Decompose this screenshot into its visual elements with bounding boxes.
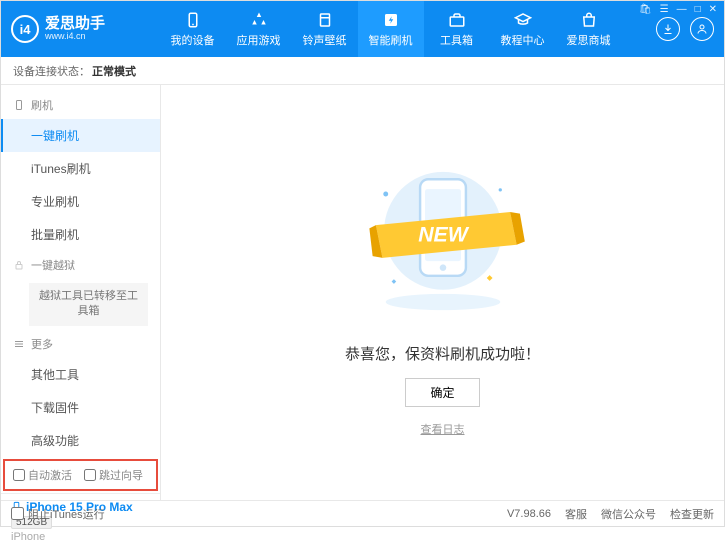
checkbox-label: 阻止iTunes运行 bbox=[28, 506, 105, 522]
close-button[interactable]: ✕ bbox=[709, 4, 717, 15]
nav-apps[interactable]: 应用游戏 bbox=[226, 1, 292, 57]
nav-ringtone[interactable]: 铃声壁纸 bbox=[292, 1, 358, 57]
nav-store[interactable]: 爱思商城 bbox=[556, 1, 622, 57]
minimize-button[interactable]: — bbox=[677, 4, 687, 15]
app-title: 爱思助手 bbox=[45, 16, 105, 33]
nav-tutorial[interactable]: 教程中心 bbox=[490, 1, 556, 57]
options-highlight-box: 自动激活 跳过向导 bbox=[3, 459, 158, 491]
maximize-button[interactable]: □ bbox=[695, 4, 701, 15]
nav-label: 应用游戏 bbox=[237, 32, 281, 48]
header: i4 爱思助手 www.i4.cn 我的设备 应用游戏 铃声壁纸 智能刷机 工具… bbox=[1, 1, 724, 57]
main-content: NEW 恭喜您，保资料刷机成功啦！ 确定 查看日志 bbox=[161, 85, 724, 500]
nav-my-device[interactable]: 我的设备 bbox=[160, 1, 226, 57]
sidebar-group-label: 刷机 bbox=[31, 97, 53, 113]
sidebar-item-advanced[interactable]: 高级功能 bbox=[1, 424, 160, 457]
download-button[interactable] bbox=[656, 17, 680, 41]
sidebar: 刷机 一键刷机 iTunes刷机 专业刷机 批量刷机 一键越狱 越狱工具已转移至… bbox=[1, 85, 161, 500]
block-itunes-checkbox[interactable]: 阻止iTunes运行 bbox=[11, 506, 105, 522]
sidebar-group-flash: 刷机 bbox=[1, 91, 160, 119]
nav-flash[interactable]: 智能刷机 bbox=[358, 1, 424, 57]
sidebar-group-more: 更多 bbox=[1, 330, 160, 358]
logo-icon: i4 bbox=[11, 15, 39, 43]
ringtone-icon bbox=[316, 11, 334, 29]
sidebar-item-batch-flash[interactable]: 批量刷机 bbox=[1, 218, 160, 251]
wechat-link[interactable]: 微信公众号 bbox=[601, 506, 656, 522]
device-type: iPhone bbox=[11, 531, 150, 543]
auto-activate-checkbox[interactable]: 自动激活 bbox=[13, 467, 72, 483]
status-label: 设备连接状态： bbox=[13, 63, 90, 79]
ok-button[interactable]: 确定 bbox=[405, 378, 479, 407]
sidebar-group-label: 更多 bbox=[31, 336, 53, 352]
jailbreak-note: 越狱工具已转移至工具箱 bbox=[29, 283, 148, 326]
sidebar-item-pro-flash[interactable]: 专业刷机 bbox=[1, 185, 160, 218]
menu-icon[interactable]: ☰ bbox=[660, 4, 669, 15]
checkbox-label: 跳过向导 bbox=[99, 467, 143, 483]
success-illustration: NEW bbox=[353, 149, 533, 329]
nav-label: 工具箱 bbox=[440, 32, 473, 48]
checkbox-label: 自动激活 bbox=[28, 467, 72, 483]
sidebar-group-label: 一键越狱 bbox=[31, 257, 75, 273]
new-badge-text: NEW bbox=[418, 222, 470, 246]
nav-label: 我的设备 bbox=[171, 32, 215, 48]
skip-guide-checkbox[interactable]: 跳过向导 bbox=[84, 467, 143, 483]
sidebar-item-download-firmware[interactable]: 下载固件 bbox=[1, 391, 160, 424]
nav-label: 智能刷机 bbox=[369, 32, 413, 48]
app-url: www.i4.cn bbox=[45, 32, 105, 42]
shopping-icon[interactable]: 🛍 bbox=[639, 4, 652, 15]
sidebar-item-itunes-flash[interactable]: iTunes刷机 bbox=[1, 152, 160, 185]
view-log-link[interactable]: 查看日志 bbox=[421, 421, 465, 437]
nav-label: 教程中心 bbox=[501, 32, 545, 48]
apps-icon bbox=[250, 11, 268, 29]
tutorial-icon bbox=[514, 11, 532, 29]
user-button[interactable] bbox=[690, 17, 714, 41]
sidebar-item-other-tools[interactable]: 其他工具 bbox=[1, 358, 160, 391]
customer-service-link[interactable]: 客服 bbox=[565, 506, 587, 522]
nav-toolbox[interactable]: 工具箱 bbox=[424, 1, 490, 57]
version-label: V7.98.66 bbox=[507, 508, 551, 520]
logo: i4 爱思助手 www.i4.cn bbox=[11, 15, 125, 43]
nav-label: 爱思商城 bbox=[567, 32, 611, 48]
status-value: 正常模式 bbox=[92, 63, 136, 79]
menu-icon bbox=[13, 338, 25, 350]
phone-icon bbox=[13, 99, 25, 111]
check-update-link[interactable]: 检查更新 bbox=[670, 506, 714, 522]
status-bar: 设备连接状态： 正常模式 bbox=[1, 57, 724, 85]
sidebar-group-jailbreak: 一键越狱 bbox=[1, 251, 160, 279]
main-nav: 我的设备 应用游戏 铃声壁纸 智能刷机 工具箱 教程中心 爱思商城 bbox=[125, 1, 656, 57]
sidebar-item-onekey-flash[interactable]: 一键刷机 bbox=[1, 119, 160, 152]
nav-label: 铃声壁纸 bbox=[303, 32, 347, 48]
lock-icon bbox=[13, 259, 25, 271]
toolbox-icon bbox=[448, 11, 466, 29]
device-icon bbox=[184, 11, 202, 29]
success-message: 恭喜您，保资料刷机成功啦！ bbox=[345, 343, 540, 364]
store-icon bbox=[580, 11, 598, 29]
flash-icon bbox=[382, 11, 400, 29]
